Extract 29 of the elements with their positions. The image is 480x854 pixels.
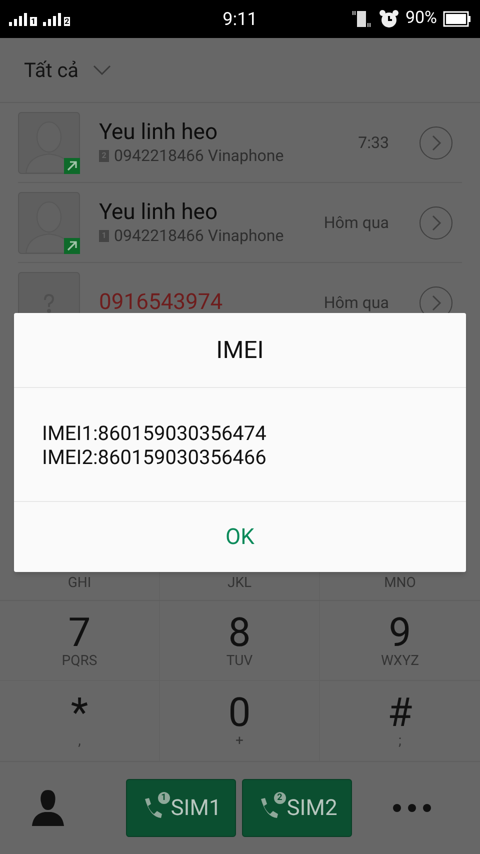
sim-call-button[interactable]: 2 SIM2 bbox=[242, 779, 352, 837]
sim-badge: 2 bbox=[274, 792, 286, 804]
battery-icon bbox=[443, 11, 471, 27]
call-detail: 0942218466 Vinaphone bbox=[114, 226, 284, 246]
call-time: Hôm qua bbox=[324, 294, 389, 312]
dial-key[interactable]: 0 + bbox=[160, 681, 320, 761]
dial-key[interactable]: * , bbox=[0, 681, 160, 761]
contact-name: 0916543974 bbox=[99, 290, 224, 316]
dialog-title: IMEI bbox=[216, 335, 264, 366]
call-time: Hôm qua bbox=[324, 214, 389, 232]
dial-key[interactable]: # ; bbox=[320, 681, 480, 761]
vibrate-icon bbox=[351, 9, 374, 29]
sim-badge: 1 bbox=[158, 792, 170, 804]
contact-name: Yeu linh heo bbox=[99, 200, 219, 226]
ok-button[interactable]: OK bbox=[14, 502, 466, 572]
clock: 9:11 bbox=[222, 8, 258, 32]
call-time: 7:33 bbox=[358, 134, 389, 152]
more-icon[interactable] bbox=[392, 803, 432, 813]
sim-call-button[interactable]: 1 SIM1 bbox=[126, 779, 236, 837]
chevron-down-icon[interactable] bbox=[92, 65, 111, 75]
imei-text: IMEI2:860159030356466 bbox=[42, 444, 268, 468]
imei-text: IMEI1:860159030356474 bbox=[42, 420, 268, 444]
avatar-icon bbox=[18, 112, 80, 174]
call-detail: 0942218466 Vinaphone bbox=[114, 146, 284, 166]
alarm-icon bbox=[379, 9, 400, 29]
avatar-icon bbox=[18, 192, 80, 254]
battery-level: 90% bbox=[405, 7, 437, 30]
contact-name: Yeu linh heo bbox=[99, 120, 219, 146]
filter-title[interactable]: Tất cả bbox=[24, 55, 79, 85]
